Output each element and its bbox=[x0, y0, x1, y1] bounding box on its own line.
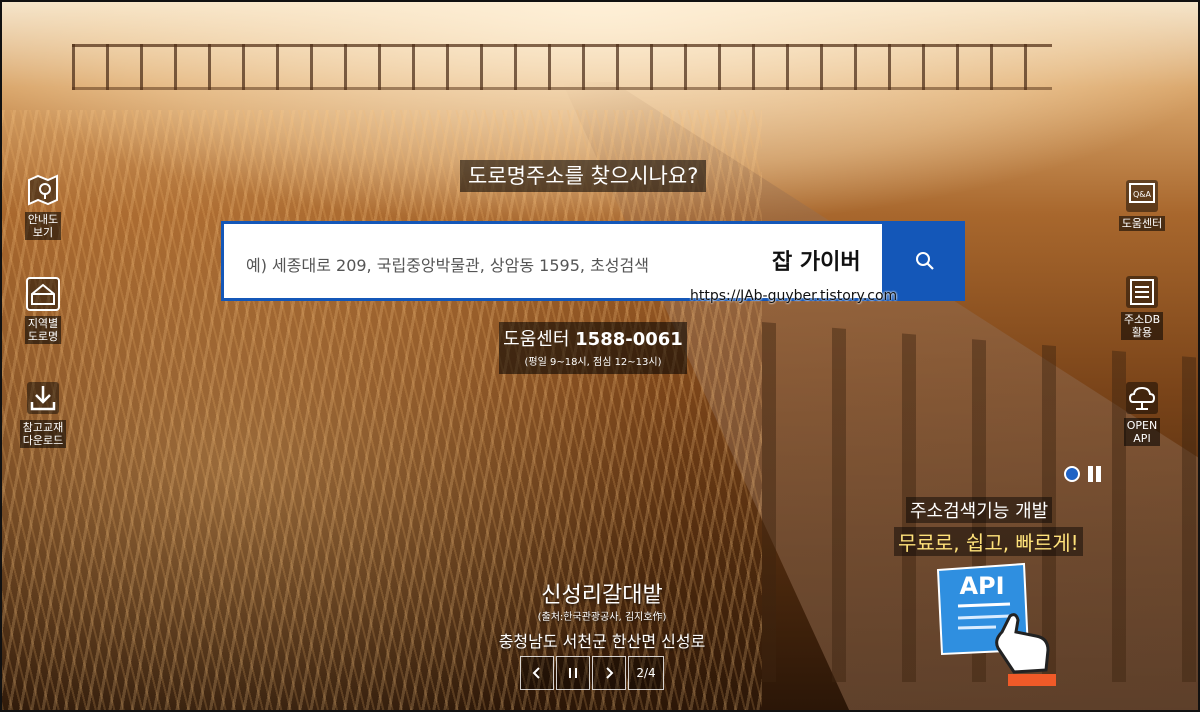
slide-pager: 2/4 bbox=[520, 656, 666, 690]
help-center-line: 도움센터 1588-0061 bbox=[499, 325, 687, 351]
sidebar-item-guide-map[interactable]: 안내도 보기 bbox=[11, 170, 75, 240]
banner-controls bbox=[1064, 466, 1102, 482]
qa-screen-icon: Q&A bbox=[1122, 176, 1162, 216]
page-title: 도로명주소를 찾으시나요? bbox=[460, 160, 707, 192]
background-fence bbox=[72, 44, 1052, 90]
sidebar-item-label: 안내도 보기 bbox=[24, 212, 62, 240]
slide-location: 충청남도 서천군 한산면 신성로 bbox=[498, 632, 706, 651]
prev-slide-button[interactable] bbox=[520, 656, 554, 690]
slide-title: 신성리갈대밭 bbox=[541, 583, 663, 608]
map-pin-icon bbox=[23, 170, 63, 210]
sidebar-item-address-db[interactable]: 주소DB 활용 bbox=[1110, 272, 1174, 340]
sidebar-item-regional-road[interactable]: 지역별 도로명 bbox=[11, 274, 75, 344]
slide-counter: 2/4 bbox=[628, 656, 664, 690]
cloud-network-icon bbox=[1122, 378, 1162, 418]
banner-indicator-dot[interactable] bbox=[1064, 466, 1080, 482]
promo-line-2[interactable]: 무료로, 쉽고, 빠르게! bbox=[894, 527, 1083, 556]
chevron-left-icon bbox=[532, 667, 540, 679]
sidebar-item-label: 도움센터 bbox=[1118, 216, 1166, 231]
download-icon bbox=[23, 378, 63, 418]
sidebar-item-download[interactable]: 참고교재 다운로드 bbox=[11, 378, 75, 448]
sidebar-item-label: 참고교재 다운로드 bbox=[19, 420, 67, 448]
sidebar-item-open-api[interactable]: OPEN API bbox=[1110, 378, 1174, 446]
watermark-url: https://JAb-guyber.tistory.com bbox=[690, 288, 898, 304]
search-icon bbox=[916, 252, 934, 270]
sidebar-item-help-center[interactable]: Q&A 도움센터 bbox=[1110, 176, 1174, 231]
banner-pause-button[interactable] bbox=[1086, 466, 1102, 482]
house-outline-icon bbox=[23, 274, 63, 314]
pause-icon bbox=[569, 668, 577, 678]
chevron-right-icon bbox=[606, 667, 614, 679]
next-slide-button[interactable] bbox=[592, 656, 626, 690]
sidebar-item-label: 주소DB 활용 bbox=[1120, 312, 1164, 340]
pause-slide-button[interactable] bbox=[556, 656, 590, 690]
help-center-label: 도움센터 bbox=[503, 329, 570, 350]
help-center-hours: (평일 9~18시, 점심 12~13시) bbox=[524, 357, 662, 368]
main-frame: 안내도 보기 지역별 도로명 참고교재 다운로드 도로명주소를 찾으시나요? 예) 세… bbox=[0, 0, 1200, 712]
sidebar-item-label: 지역별 도로명 bbox=[24, 316, 62, 344]
promo-line-1[interactable]: 주소검색기능 개발 bbox=[906, 497, 1053, 523]
help-center-phone: 1588-0061 bbox=[575, 329, 683, 350]
search-overlay-text: 잡 가이버 bbox=[772, 250, 861, 275]
slide-source: (출처:한국관광공사, 김지호作) bbox=[537, 612, 667, 623]
list-document-icon bbox=[1122, 272, 1162, 312]
svg-text:Q&A: Q&A bbox=[1133, 190, 1152, 199]
search-placeholder: 예) 세종대로 209, 국립중앙박물관, 상암동 1595, 초성검색 bbox=[246, 256, 649, 275]
help-center-info: 도움센터 1588-0061 (평일 9~18시, 점심 12~13시) bbox=[499, 322, 687, 374]
sidebar-item-label: OPEN API bbox=[1123, 418, 1161, 446]
